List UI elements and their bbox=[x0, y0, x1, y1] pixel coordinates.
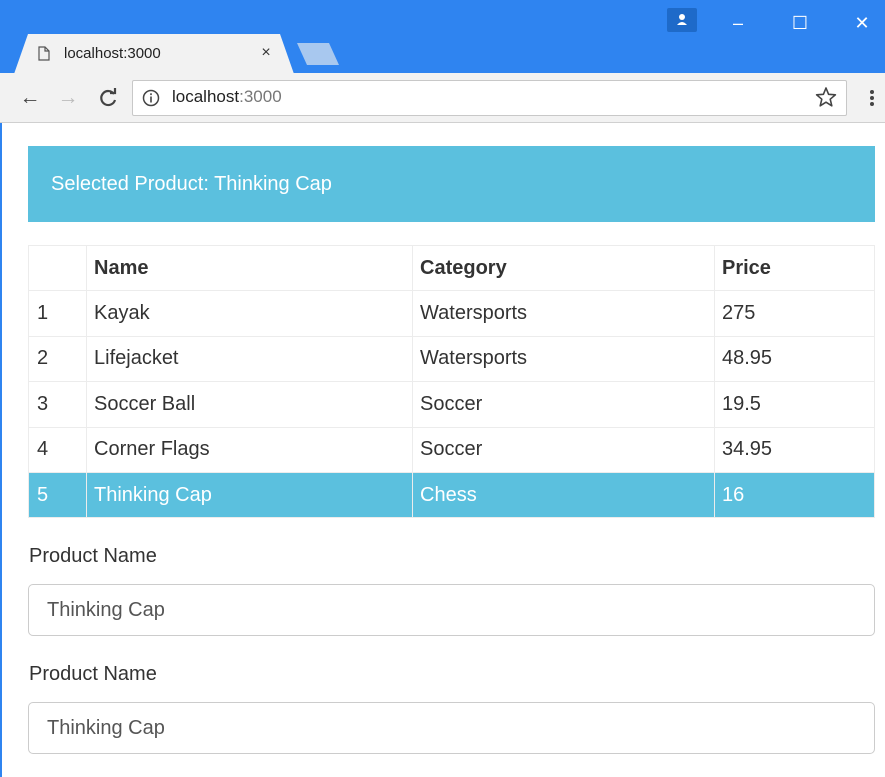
row-index: 2 bbox=[28, 335, 87, 383]
table-row[interactable]: 2 Lifejacket Watersports 48.95 bbox=[28, 335, 875, 383]
header-price: Price bbox=[714, 244, 875, 292]
menu-icon[interactable] bbox=[864, 86, 880, 110]
row-index: 1 bbox=[28, 290, 87, 337]
header-category: Category bbox=[412, 244, 715, 292]
back-arrow-icon[interactable]: ← bbox=[16, 84, 44, 112]
table-header-row: Name Category Price bbox=[28, 244, 875, 292]
table-row[interactable]: 4 Corner Flags Soccer 34.95 bbox=[28, 426, 875, 473]
url-host: localhost bbox=[172, 87, 240, 106]
product-name-input[interactable] bbox=[28, 584, 875, 636]
row-name: Lifejacket bbox=[86, 335, 413, 383]
row-category: Watersports bbox=[412, 290, 715, 337]
row-name: Kayak bbox=[86, 290, 413, 337]
row-name: Thinking Cap bbox=[86, 471, 413, 519]
window-border bbox=[0, 123, 2, 777]
row-category: Soccer bbox=[412, 381, 715, 428]
url-port: :3000 bbox=[239, 87, 282, 106]
header-name: Name bbox=[86, 244, 413, 292]
info-icon[interactable] bbox=[142, 89, 160, 107]
row-price: 19.5 bbox=[714, 381, 875, 428]
row-category: Chess bbox=[412, 471, 715, 519]
table-row[interactable]: 3 Soccer Ball Soccer 19.5 bbox=[28, 381, 875, 428]
forward-arrow-icon[interactable]: → bbox=[54, 84, 82, 112]
product-table: Name Category Price 1 Kayak Watersports … bbox=[28, 244, 875, 519]
selected-product-banner: Selected Product: Thinking Cap bbox=[28, 146, 875, 222]
window-maximize-button[interactable]: ☐ bbox=[780, 10, 820, 36]
tab-close-icon[interactable]: × bbox=[258, 43, 274, 63]
url-text: localhost:3000 bbox=[172, 87, 282, 107]
product-name-input-2[interactable] bbox=[28, 702, 875, 754]
row-price: 275 bbox=[714, 290, 875, 337]
row-price: 34.95 bbox=[714, 426, 875, 473]
star-icon[interactable] bbox=[815, 86, 837, 108]
window-close-button[interactable]: ✕ bbox=[842, 10, 882, 36]
tab-title: localhost:3000 bbox=[64, 45, 161, 62]
header-index bbox=[28, 244, 87, 292]
row-price: 48.95 bbox=[714, 335, 875, 383]
profile-button[interactable] bbox=[667, 8, 697, 32]
row-name: Soccer Ball bbox=[86, 381, 413, 428]
page-icon bbox=[38, 46, 50, 61]
row-price: 16 bbox=[714, 471, 875, 519]
table-row-selected[interactable]: 5 Thinking Cap Chess 16 bbox=[28, 471, 875, 519]
row-name: Corner Flags bbox=[86, 426, 413, 473]
table-row[interactable]: 1 Kayak Watersports 275 bbox=[28, 290, 875, 337]
reload-icon[interactable] bbox=[94, 84, 122, 112]
window-minimize-button[interactable]: – bbox=[718, 10, 758, 36]
row-index: 4 bbox=[28, 426, 87, 473]
profile-icon bbox=[677, 14, 687, 25]
product-name-label: Product Name bbox=[29, 545, 157, 567]
row-index: 3 bbox=[28, 381, 87, 428]
row-category: Watersports bbox=[412, 335, 715, 383]
row-index: 5 bbox=[28, 471, 87, 519]
product-name-label-2: Product Name bbox=[29, 663, 157, 685]
row-category: Soccer bbox=[412, 426, 715, 473]
